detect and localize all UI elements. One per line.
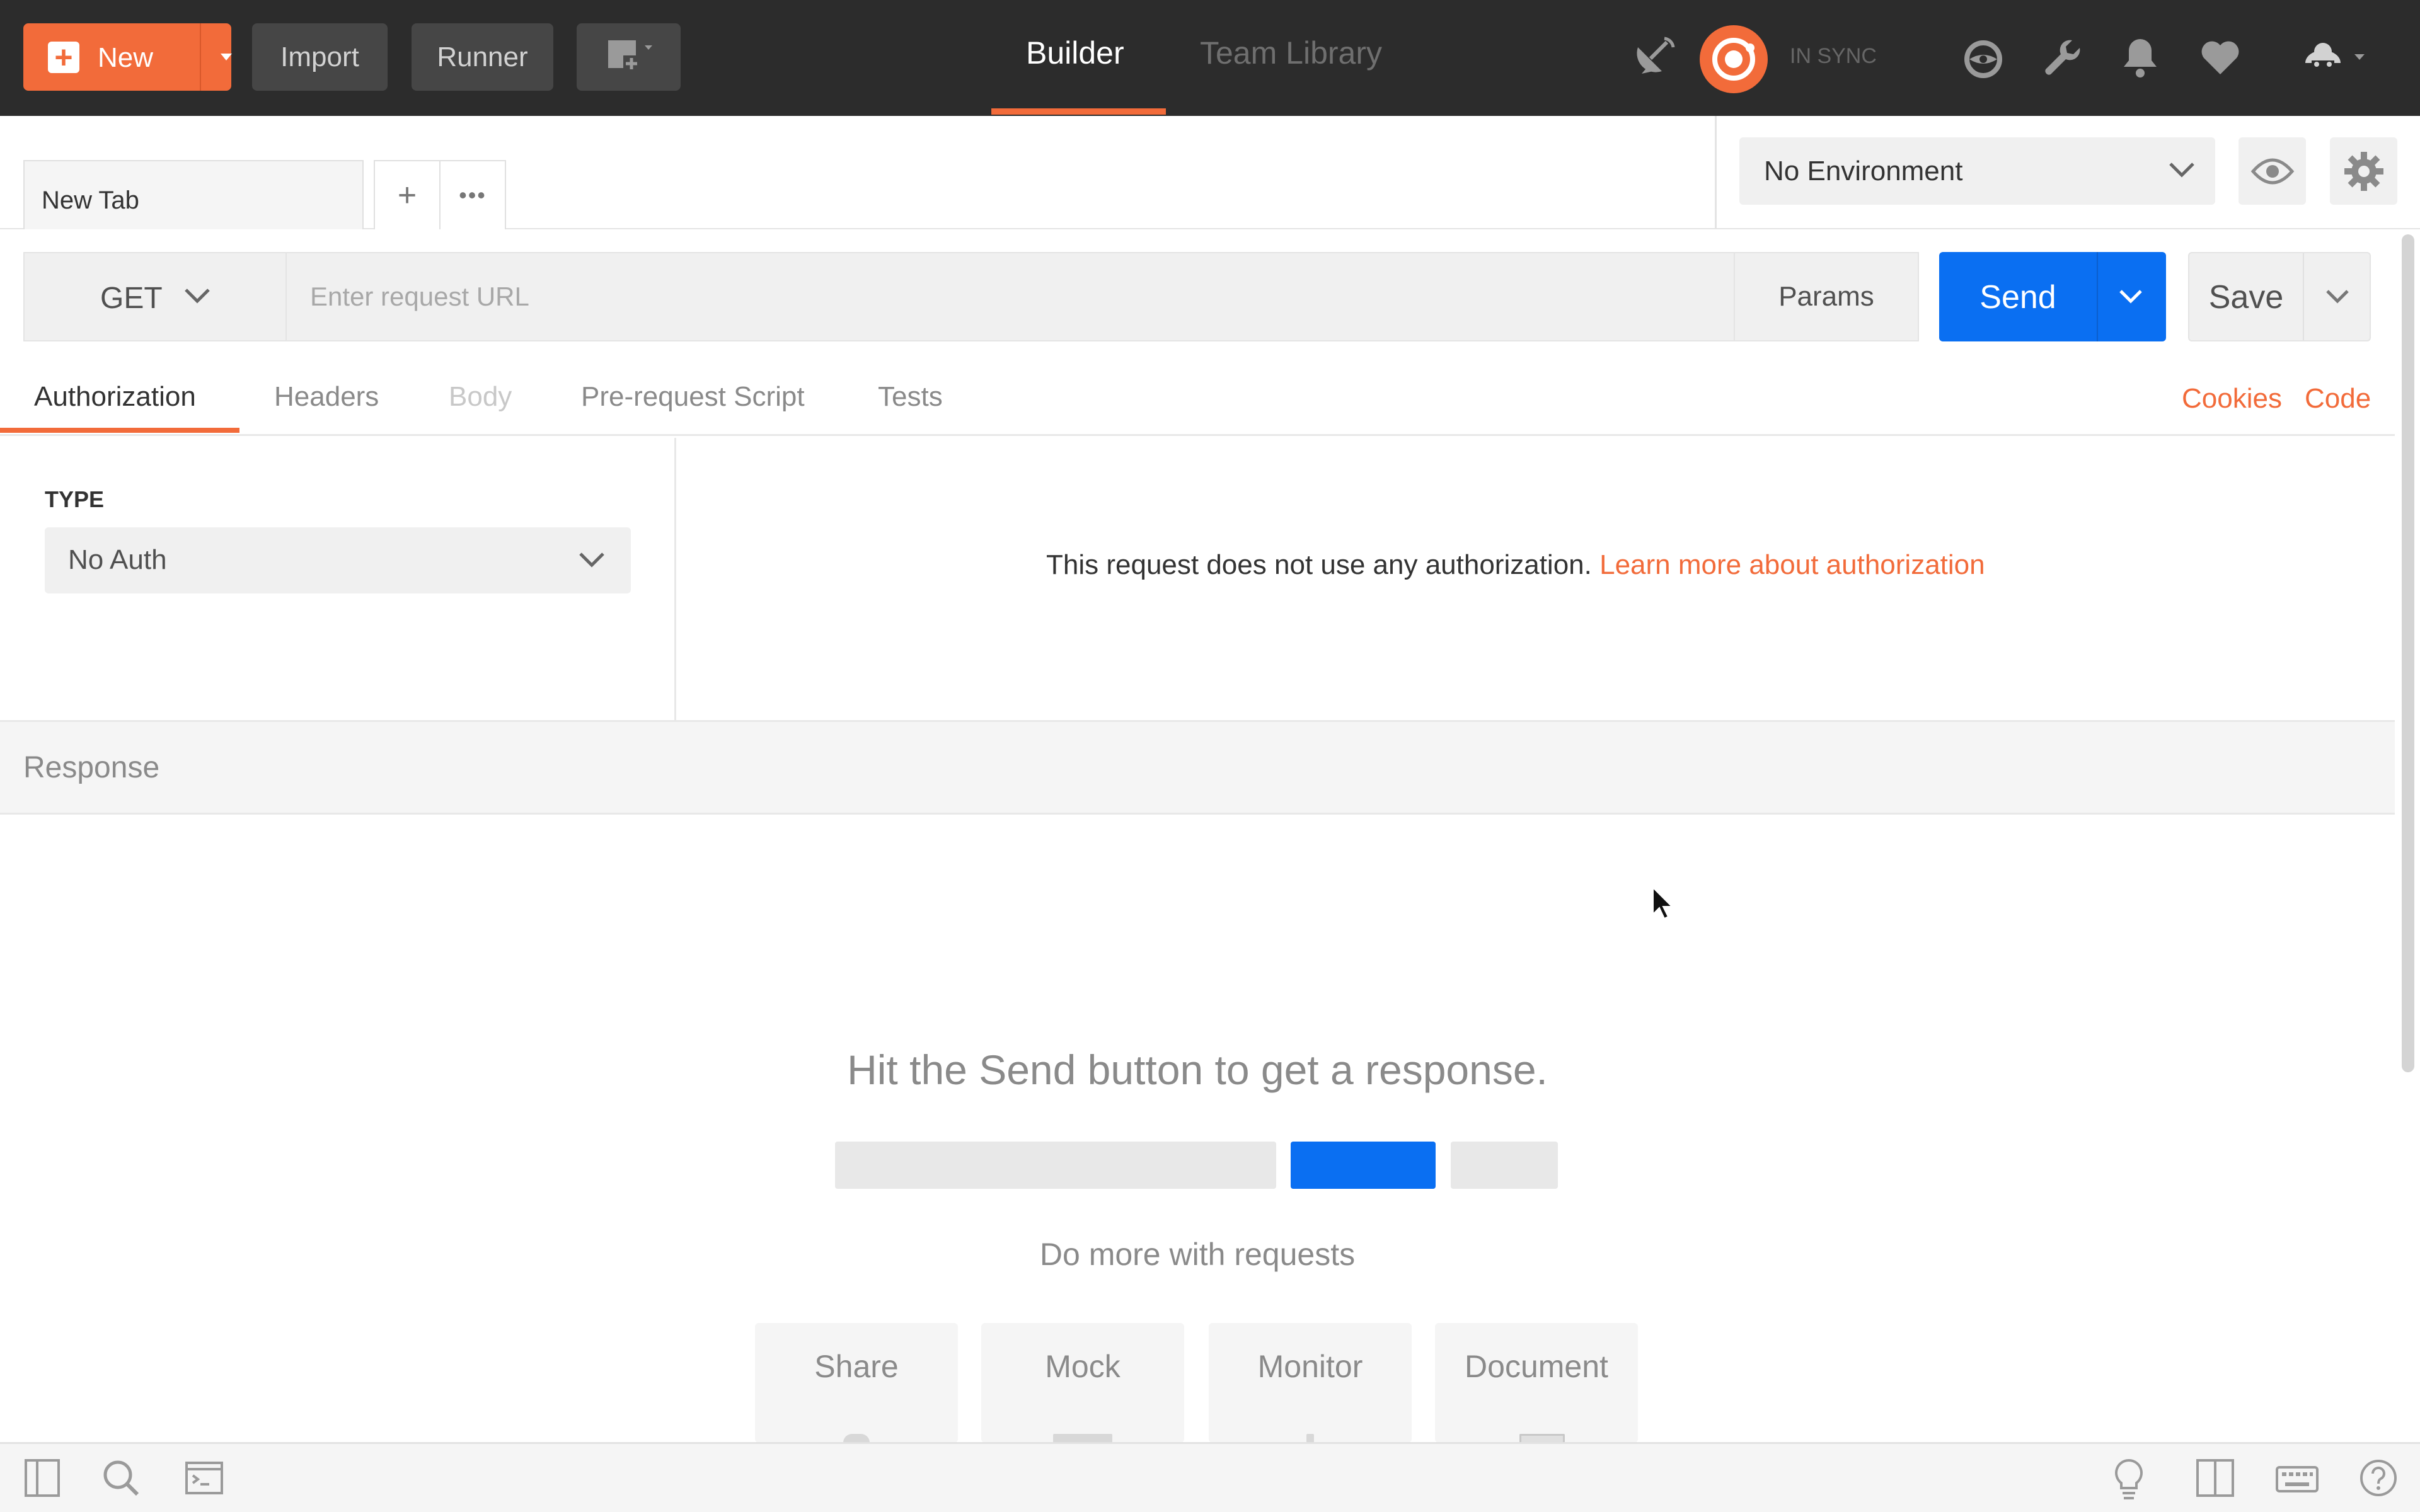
response-title: Response xyxy=(23,751,160,784)
code-link[interactable]: Code xyxy=(2305,383,2371,415)
subtab-pre-request-script[interactable]: Pre-request Script xyxy=(581,381,805,413)
search-icon[interactable] xyxy=(101,1458,141,1498)
type-label: TYPE xyxy=(45,486,105,512)
caret-down-icon[interactable] xyxy=(221,54,232,60)
subtab-body[interactable]: Body xyxy=(449,381,512,413)
monitor-icon xyxy=(1306,1434,1314,1443)
save-divider xyxy=(2303,253,2304,340)
method-label: GET xyxy=(100,282,163,315)
request-tab[interactable]: New Tab xyxy=(23,160,364,229)
gear-icon xyxy=(2344,151,2383,191)
two-pane-view-icon[interactable] xyxy=(2195,1458,2235,1498)
placeholder-save-bar xyxy=(1451,1142,1558,1189)
tab-team-library[interactable]: Team Library xyxy=(1200,35,1382,71)
learn-more-link[interactable]: Learn more about authorization xyxy=(1599,549,1985,580)
subtab-headers[interactable]: Headers xyxy=(274,381,379,413)
active-subtab-underline xyxy=(0,428,239,433)
subtab-tests[interactable]: Tests xyxy=(878,381,943,413)
auth-type-panel: TYPE No Auth xyxy=(0,438,676,721)
lightbulb-icon[interactable] xyxy=(2111,1458,2146,1501)
share-icon xyxy=(843,1434,870,1443)
scrollbar-thumb[interactable] xyxy=(2402,234,2414,1072)
monitor-card-label: Monitor xyxy=(1257,1349,1363,1384)
chevron-down-icon[interactable] xyxy=(2118,289,2143,305)
runner-button[interactable]: Runner xyxy=(412,23,553,91)
request-tabs-row: New Tab + ••• No Environment xyxy=(0,116,2420,229)
environment-selected: No Environment xyxy=(1764,156,1963,186)
top-header: + New Import Runner Builder Team Library xyxy=(0,0,2420,116)
add-tab-button[interactable]: + xyxy=(374,160,441,229)
heart-icon[interactable] xyxy=(2199,39,2241,77)
new-window-icon xyxy=(608,40,652,72)
postman-window: + New Import Runner Builder Team Library xyxy=(0,0,2420,1512)
environment-quick-look-button[interactable] xyxy=(2238,137,2306,205)
cookies-link[interactable]: Cookies xyxy=(2182,383,2282,415)
monitor-card[interactable]: Monitor xyxy=(1209,1323,1412,1443)
response-hint: Hit the Send button to get a response. xyxy=(847,1046,1548,1093)
tab-builder[interactable]: Builder xyxy=(1026,35,1124,71)
url-input[interactable] xyxy=(285,252,1735,341)
placeholder-url-bar xyxy=(835,1142,1276,1189)
share-card[interactable]: Share xyxy=(755,1323,958,1443)
bell-icon[interactable] xyxy=(2121,37,2159,79)
satellite-icon[interactable] xyxy=(1629,35,1680,80)
share-card-label: Share xyxy=(814,1349,899,1384)
chevron-down-icon xyxy=(2169,163,2194,178)
document-card-label: Document xyxy=(1465,1349,1608,1384)
placeholder-send-bar xyxy=(1291,1142,1436,1189)
mock-card[interactable]: Mock xyxy=(981,1323,1184,1443)
toggle-sidebar-icon[interactable] xyxy=(23,1458,61,1498)
new-button[interactable]: + New xyxy=(23,23,232,91)
send-button[interactable]: Send xyxy=(1939,252,2166,341)
chevron-down-icon[interactable] xyxy=(2325,289,2350,305)
auth-type-selected: No Auth xyxy=(68,544,167,575)
subtab-authorization[interactable]: Authorization xyxy=(34,381,196,413)
mock-card-label: Mock xyxy=(1045,1349,1121,1384)
chevron-down-icon xyxy=(185,289,210,304)
auth-message: This request does not use any authorizat… xyxy=(1046,549,1985,581)
console-icon[interactable] xyxy=(184,1458,224,1498)
status-bar xyxy=(0,1442,2420,1512)
auth-message-text: This request does not use any authorizat… xyxy=(1046,549,1592,580)
document-card[interactable]: Document xyxy=(1435,1323,1638,1443)
new-button-divider xyxy=(200,23,201,91)
sync-icon[interactable] xyxy=(1698,24,1769,94)
interceptor-icon[interactable] xyxy=(1963,39,2003,79)
method-select[interactable]: GET xyxy=(23,252,285,341)
do-more-heading: Do more with requests xyxy=(1039,1237,1356,1272)
plus-icon: + xyxy=(48,42,79,73)
import-button[interactable]: Import xyxy=(252,23,388,91)
mock-icon xyxy=(1053,1434,1112,1443)
eye-icon xyxy=(2250,158,2294,184)
response-header: Response xyxy=(0,720,2395,815)
chevron-down-icon xyxy=(579,553,604,568)
keyboard-icon[interactable] xyxy=(2275,1465,2319,1493)
environment-select[interactable]: No Environment xyxy=(1739,137,2215,205)
send-button-label: Send xyxy=(1979,279,2056,316)
builder-active-underline xyxy=(991,108,1166,115)
mouse-cursor-icon xyxy=(1652,886,1674,920)
request-subtabs: Authorization Headers Body Pre-request S… xyxy=(0,365,2395,436)
tab-options-button[interactable]: ••• xyxy=(439,160,506,229)
user-avatar-icon[interactable] xyxy=(2299,38,2368,78)
help-icon[interactable] xyxy=(2358,1458,2399,1498)
document-icon xyxy=(1519,1434,1565,1443)
send-divider xyxy=(2097,252,2098,341)
params-button[interactable]: Params xyxy=(1735,252,1919,341)
sync-status: IN SYNC xyxy=(1790,44,1877,68)
save-button-label: Save xyxy=(2208,279,2284,316)
auth-type-select[interactable]: No Auth xyxy=(45,527,631,593)
new-window-button[interactable] xyxy=(577,23,681,91)
new-button-label: New xyxy=(98,42,154,73)
environment-divider xyxy=(1715,116,1717,228)
save-button[interactable]: Save xyxy=(2188,252,2371,341)
wrench-icon[interactable] xyxy=(2042,38,2085,81)
manage-environments-button[interactable] xyxy=(2330,137,2397,205)
